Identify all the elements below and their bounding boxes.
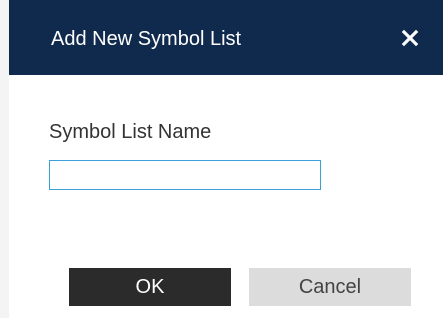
add-symbol-list-dialog: Add New Symbol List Symbol List Name OK …: [9, 0, 443, 318]
dialog-titlebar: Add New Symbol List: [9, 0, 443, 75]
cancel-button[interactable]: Cancel: [249, 268, 411, 306]
symbol-list-name-label: Symbol List Name: [49, 121, 212, 143]
ok-button[interactable]: OK: [69, 268, 231, 306]
dialog-title: Add New Symbol List: [51, 28, 242, 50]
close-icon[interactable]: [396, 24, 424, 52]
symbol-list-name-input[interactable]: [49, 160, 321, 190]
